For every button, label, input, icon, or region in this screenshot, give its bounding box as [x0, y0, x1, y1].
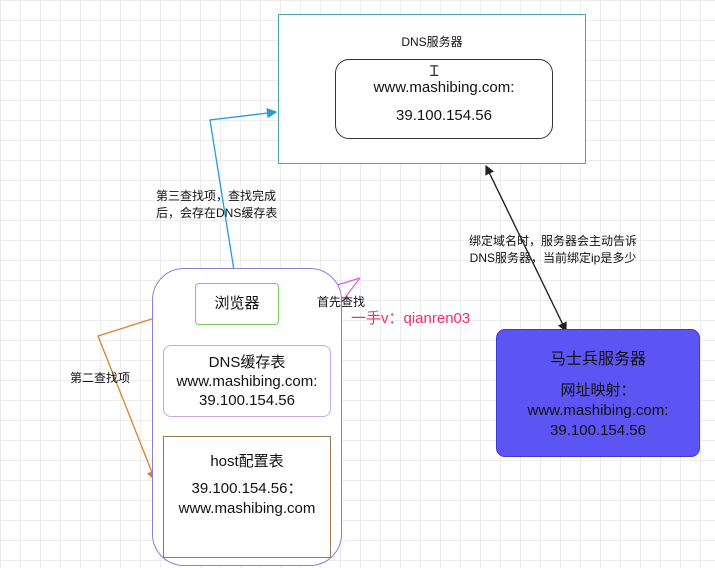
dns-server-record[interactable]: www.mashibing.com: 39.100.154.56: [335, 59, 553, 139]
host-table-node[interactable]: host配置表 39.100.154.56： www.mashibing.com: [163, 436, 331, 558]
label-bind-domain-line2: DNS服务器，当前绑定ip是多少: [469, 251, 637, 265]
msb-server-domain: www.mashibing.com:: [527, 402, 669, 419]
host-table-title: host配置表: [210, 453, 284, 470]
text-cursor-icon: Ɪ: [430, 63, 439, 80]
msb-server-ip: 39.100.154.56: [550, 422, 646, 439]
label-third-lookup: 第三查找项，查找完成后，会存在DNS缓存表: [156, 189, 278, 220]
host-table-entry: 39.100.154.56： www.mashibing.com: [164, 479, 330, 519]
dns-cache-domain: www.mashibing.com:: [176, 373, 318, 390]
msb-server-title: 马士兵服务器: [549, 351, 646, 368]
label-second-lookup: 第二查找项: [70, 371, 131, 385]
msb-server-mapping: 网址映射： www.mashibing.com: 39.100.154.56: [497, 381, 699, 441]
dns-server-record-ip: 39.100.154.56: [396, 107, 492, 124]
label-bind-domain-line1: 绑定域名时，服务器会主动告诉: [468, 234, 637, 248]
dns-server-title: DNS服务器: [401, 35, 463, 49]
msb-server-map-label: 网址映射：: [560, 382, 636, 399]
dns-cache-title: DNS缓存表: [208, 354, 286, 371]
host-table-ip: 39.100.154.56：: [191, 480, 303, 497]
dns-server-node[interactable]: DNS服务器 www.mashibing.com: 39.100.154.56: [278, 14, 586, 164]
dns-server-record-domain: www.mashibing.com:: [373, 79, 515, 96]
dns-cache-node[interactable]: DNS缓存表 www.mashibing.com: 39.100.154.56: [163, 345, 331, 417]
label-bind-domain: 绑定域名时，服务器会主动告诉 DNS服务器，当前绑定ip是多少: [463, 233, 643, 267]
msb-server-node[interactable]: 马士兵服务器 网址映射： www.mashibing.com: 39.100.1…: [496, 329, 700, 457]
watermark-text: 一手v：qianren03: [351, 310, 471, 327]
dns-cache-ip: 39.100.154.56: [199, 392, 295, 409]
host-table-domain: www.mashibing.com: [178, 500, 316, 517]
browser-node[interactable]: 浏览器: [195, 283, 279, 325]
